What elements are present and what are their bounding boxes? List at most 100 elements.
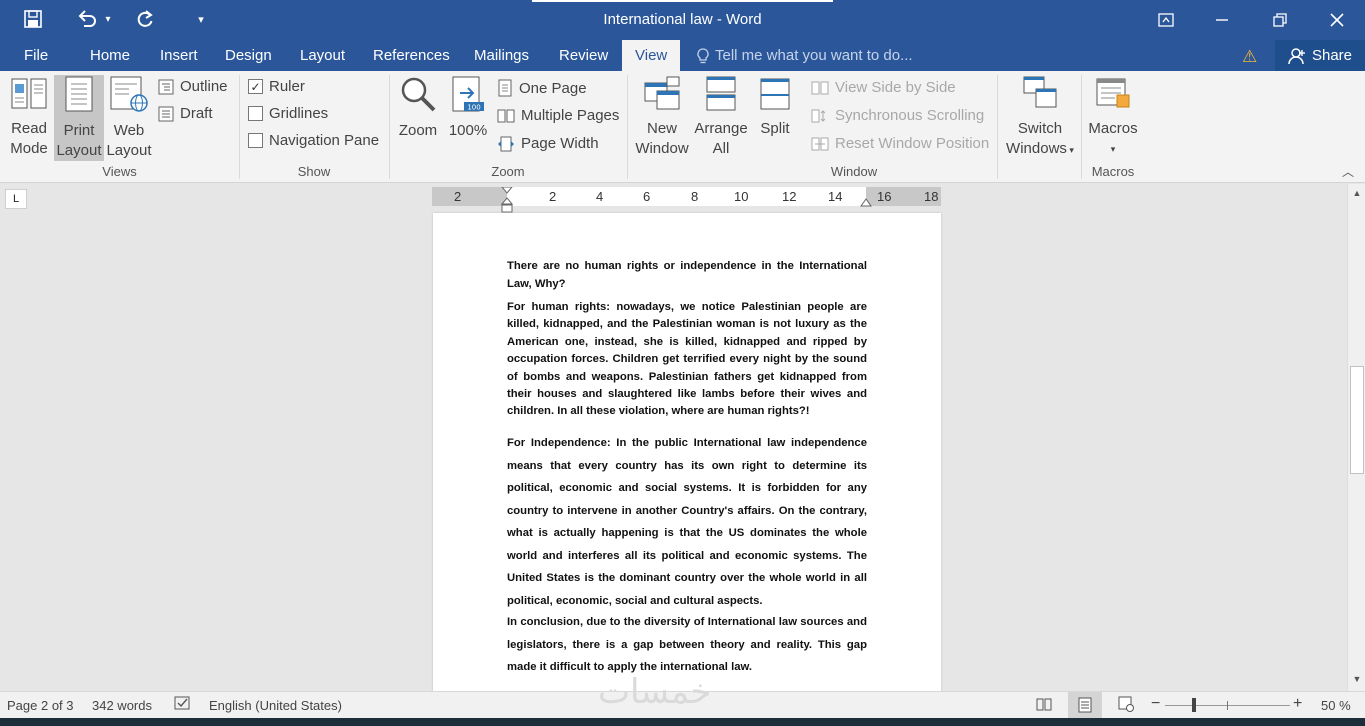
scroll-up-icon[interactable]: ▲ [1348,184,1365,202]
window-group-label: Window [830,164,878,179]
language-indicator[interactable]: English (United States) [209,698,342,713]
tell-me-box[interactable]: Tell me what you want to do... [697,47,913,64]
minimize-icon[interactable] [1194,0,1250,40]
watermark: خمسات [598,672,712,712]
zoom-out-icon[interactable]: − [1151,695,1160,713]
tab-file[interactable]: File [24,47,48,64]
ruler-number: 8 [691,189,699,204]
outline-button[interactable]: Outline [158,78,228,95]
close-icon[interactable] [1309,0,1365,40]
document-page[interactable]: There are no human rights or independenc… [433,213,941,691]
share-label: Share [1311,47,1353,64]
tab-selector-icon[interactable]: L [5,189,27,209]
print-layout-button[interactable]: Print Layout [54,75,104,161]
svg-text:100: 100 [467,104,480,112]
switch-windows-button[interactable]: Switch Windows ▾ [1004,75,1076,161]
navigation-pane-checkbox[interactable]: Navigation Pane [248,132,379,149]
tab-review[interactable]: Review [559,47,608,64]
reset-window-position-button[interactable]: Reset Window Position [811,135,989,152]
split-icon [760,78,790,110]
draft-icon [158,106,174,121]
magnifier-icon [401,77,436,112]
one-page-button[interactable]: One Page [497,79,587,97]
split-label: Split [760,120,790,137]
outline-label: Outline [180,78,228,95]
zoom-slider-center-tick [1227,701,1228,710]
zoom-in-icon[interactable]: + [1293,695,1302,713]
zoom-label: Zoom [398,122,438,139]
ruler-number: 2 [549,189,557,204]
zoom-100-label: 100% [448,122,488,139]
share-button[interactable]: Share [1275,40,1365,71]
page-width-icon [498,136,514,151]
macros-label: Macros [1088,120,1138,137]
warning-icon[interactable]: ⚠ [1242,47,1257,67]
zoom-button[interactable]: Zoom [393,75,443,161]
ruler-checkbox[interactable]: ✓ Ruler [248,78,305,95]
restore-icon[interactable] [1252,0,1308,40]
ribbon-display-options-icon[interactable] [1138,0,1194,40]
title-bar: ▾ ▾ International law - Word [0,0,1365,40]
tab-mailings[interactable]: Mailings [474,47,529,64]
book-icon [11,78,47,109]
read-mode-view-icon[interactable] [1036,696,1052,715]
zoom-slider-thumb[interactable] [1192,698,1196,712]
tab-insert[interactable]: Insert [160,47,198,64]
paragraph: For Independence: In the public Internat… [507,437,867,607]
side-by-side-icon [811,81,829,94]
word-count[interactable]: 342 words [92,698,152,713]
view-side-by-side-button[interactable]: View Side by Side [811,79,956,96]
vertical-scrollbar[interactable]: ▲ ▼ [1347,184,1365,691]
gridlines-checkbox[interactable]: Gridlines [248,105,328,122]
navigation-pane-label: Navigation Pane [269,132,380,149]
one-page-label: One Page [519,79,587,97]
tab-view[interactable]: View [622,40,681,71]
tab-design[interactable]: Design [225,47,272,64]
web-layout-view-icon[interactable] [1118,696,1134,715]
switch-windows-icon [1023,76,1057,108]
page-width-button[interactable]: Page Width [497,135,599,152]
tab-layout[interactable]: Layout [300,47,345,64]
split-button[interactable]: Split [751,75,799,161]
ruler-number: 2 [454,189,462,204]
new-window-label-1: New [646,120,677,137]
scroll-down-icon[interactable]: ▼ [1348,670,1365,688]
collapse-ribbon-icon[interactable]: ︿ [1342,163,1354,180]
outline-icon [158,79,174,94]
draft-label: Draft [180,105,213,122]
dropdown-arrow-icon: ▾ [1066,145,1074,155]
new-window-button[interactable]: New Window [631,75,693,161]
macros-button[interactable]: Macros ▾ [1086,75,1140,161]
print-layout-view-icon[interactable] [1068,692,1102,718]
document-workspace[interactable]: L 2 2 4 6 8 10 12 14 16 18 There are no … [0,184,1347,691]
ruler-number: 12 [782,189,797,204]
print-layout-label-2: Layout [56,142,102,159]
ruler-text-area [507,187,866,206]
zoom-percent[interactable]: 50 % [1321,698,1351,713]
read-mode-button[interactable]: Read Mode [4,75,54,161]
indent-marker-icon[interactable] [500,187,514,213]
tab-home[interactable]: Home [90,47,130,64]
checkbox-unchecked-icon [248,106,263,121]
tab-references[interactable]: References [373,47,450,64]
multiple-pages-button[interactable]: Multiple Pages [497,107,619,124]
arrange-all-label-1: Arrange [694,120,748,137]
proofing-icon[interactable] [174,696,192,715]
right-indent-marker-icon[interactable] [860,197,872,207]
dropdown-arrow-icon: ▾ [1110,144,1116,154]
macros-icon [1096,78,1130,108]
views-group-label: Views [102,164,137,179]
draft-button[interactable]: Draft [158,105,213,122]
synchronous-scrolling-button[interactable]: Synchronous Scrolling [811,107,984,124]
horizontal-ruler[interactable]: 2 2 4 6 8 10 12 14 16 18 [432,187,941,213]
page-count[interactable]: Page 2 of 3 [7,698,74,713]
arrange-all-button[interactable]: Arrange All [693,75,749,161]
web-layout-button[interactable]: Web Layout [104,75,154,161]
page-icon [65,76,93,112]
reset-window-icon [811,137,829,150]
arrange-all-icon [706,76,736,111]
ruler-number: 6 [643,189,651,204]
scroll-thumb[interactable] [1350,366,1364,474]
zoom-100-button[interactable]: 100 100% [445,75,491,161]
paragraph: For human rights: nowadays, we notice Pa… [507,301,867,418]
